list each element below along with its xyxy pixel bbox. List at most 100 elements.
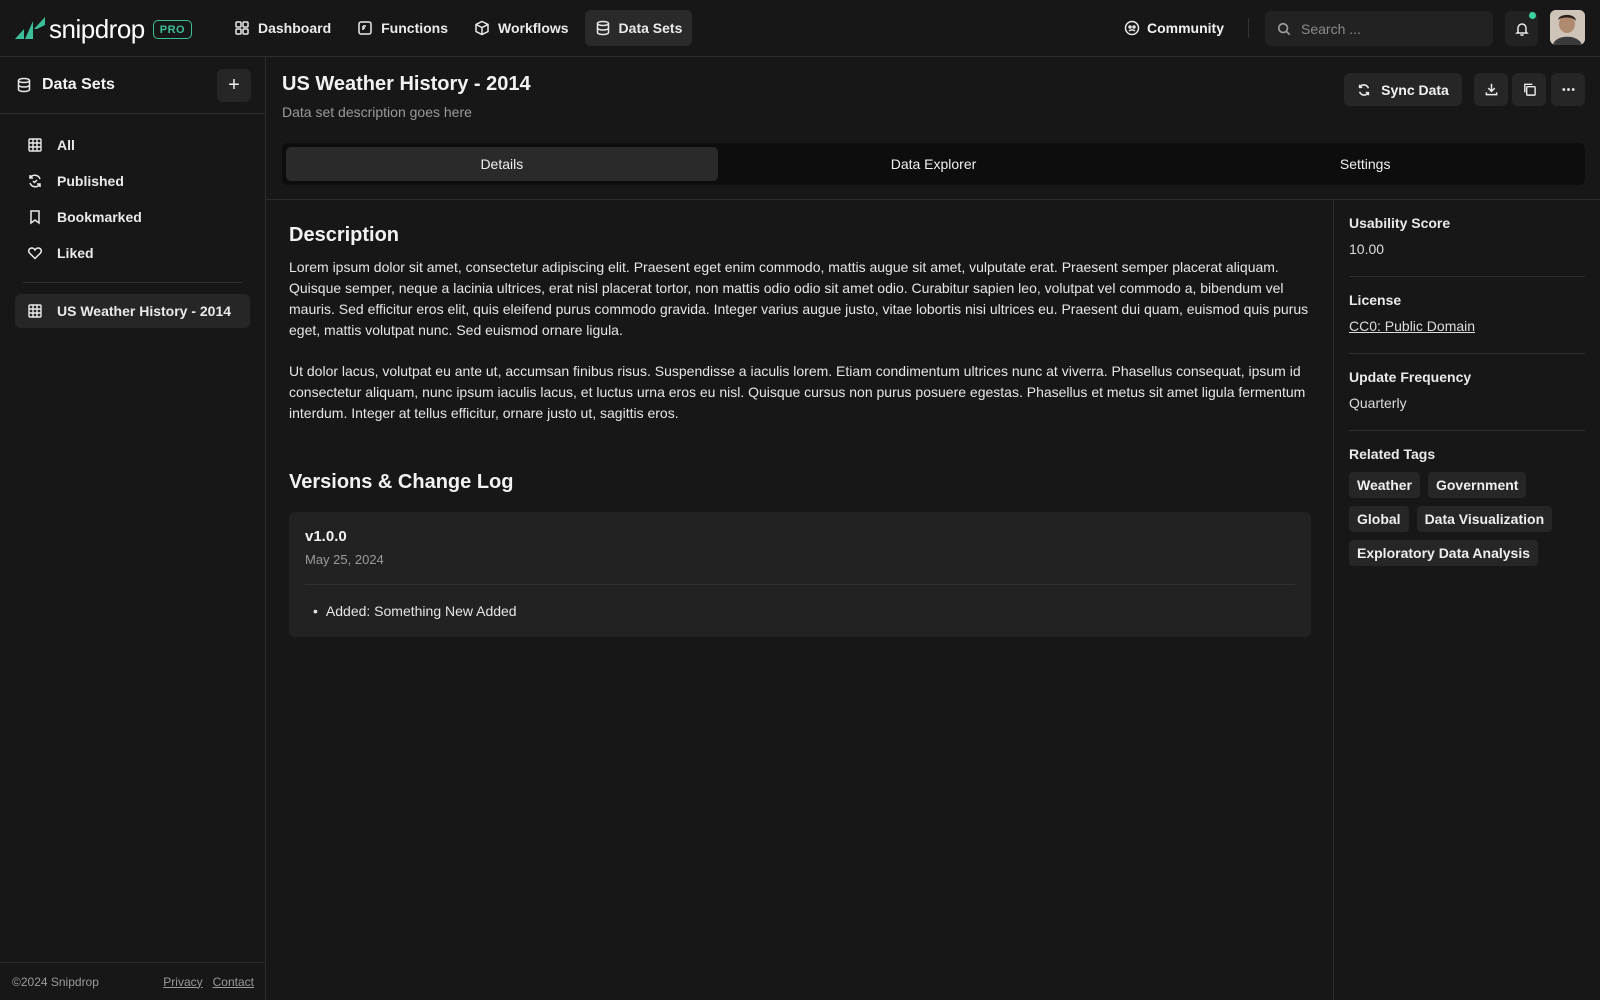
license-value: CC0: Public Domain [1349, 318, 1585, 334]
tags-label: Related Tags [1349, 446, 1436, 462]
frequency-value: Quarterly [1349, 395, 1407, 411]
download-icon [1485, 83, 1497, 96]
add-data-set-button[interactable]: + [217, 69, 251, 102]
usability-value: 10.00 [1349, 241, 1385, 257]
community-label: Community [1147, 20, 1224, 36]
notifications-button[interactable] [1505, 11, 1538, 46]
database-icon [17, 77, 31, 93]
license-link[interactable]: CC0: Public Domain [1349, 318, 1475, 334]
frequency-label: Update Frequency [1349, 369, 1472, 385]
table-icon [28, 138, 42, 152]
description-paragraph: Lorem ipsum dolor sit amet, consectetur … [289, 259, 1309, 338]
tab-bar: Details Data Explorer Settings [282, 143, 1585, 185]
sidebar-list: All Published Bookmarked Liked US Weathe… [0, 114, 265, 328]
usability-label: Usability Score [1349, 215, 1451, 231]
tag-government[interactable]: Government [1427, 472, 1527, 498]
change-log-item: • Added: Something New Added [313, 603, 517, 619]
top-navbar: snipdrop PRO Dashboard Functions Workflo… [0, 0, 1600, 57]
version-date: May 25, 2024 [305, 552, 384, 567]
page-title: US Weather History - 2014 [282, 73, 531, 95]
sidebar-item-label: Liked [57, 245, 94, 261]
sidebar-dataset-label: US Weather History - 2014 [57, 303, 232, 319]
nav-workflows-label: Workflows [498, 20, 569, 36]
sidebar-item-all[interactable]: All [15, 127, 250, 163]
sidebar-item-published[interactable]: Published [15, 163, 250, 199]
more-options-button[interactable] [1551, 73, 1585, 106]
sidebar-dataset-item[interactable]: US Weather History - 2014 [15, 294, 250, 328]
tab-details[interactable]: Details [286, 147, 718, 181]
tab-data-explorer[interactable]: Data Explorer [718, 147, 1150, 181]
sidebar-item-label: Published [57, 173, 124, 189]
pro-badge: PRO [152, 19, 193, 39]
header-divider [1248, 18, 1249, 38]
sidebar-footer: ©2024 Snipdrop Privacy Contact [0, 962, 266, 1000]
description-paragraph: Ut dolor lacus, volutpat eu ante ut, acc… [289, 363, 1306, 421]
sidebar-divider [23, 282, 242, 283]
snipdrop-logo-icon [15, 17, 45, 39]
sync-data-button[interactable]: Sync Data [1344, 73, 1462, 106]
privacy-link[interactable]: Privacy [163, 975, 202, 989]
copy-icon [1523, 83, 1536, 96]
sidebar-item-label: Bookmarked [57, 209, 142, 225]
database-icon [596, 20, 609, 36]
panel-divider [1349, 276, 1585, 277]
user-avatar[interactable] [1550, 10, 1585, 45]
page-description: Data set description goes here [282, 104, 472, 120]
sidebar-item-label: All [57, 137, 75, 153]
tag-data-visualization[interactable]: Data Visualization [1416, 506, 1553, 532]
ellipsis-icon [1561, 88, 1575, 91]
panel-divider [1349, 353, 1585, 354]
tag-global[interactable]: Global [1349, 506, 1409, 532]
notification-dot [1529, 12, 1536, 19]
details-content: Description Lorem ipsum dolor sit amet, … [266, 200, 1334, 1000]
nav-dashboard[interactable]: Dashboard [224, 10, 341, 46]
footer-links: Privacy Contact [163, 975, 254, 989]
tag-weather[interactable]: Weather [1349, 472, 1420, 498]
sidebar-item-bookmarked[interactable]: Bookmarked [15, 199, 250, 235]
tab-settings[interactable]: Settings [1149, 147, 1581, 181]
sync-data-label: Sync Data [1381, 81, 1449, 98]
community-icon [1124, 20, 1140, 36]
panel-divider [1349, 430, 1585, 431]
brand-logo[interactable]: snipdrop PRO [15, 13, 193, 44]
search-icon [1277, 22, 1291, 35]
nav-functions-label: Functions [381, 20, 449, 36]
bookmark-icon [30, 210, 40, 225]
community-link[interactable]: Community [1124, 10, 1224, 46]
contact-link[interactable]: Contact [213, 975, 254, 989]
copyright-text: ©2024 Snipdrop [12, 974, 99, 989]
versions-heading: Versions & Change Log [289, 471, 514, 493]
bullet-icon: • [313, 603, 318, 619]
heart-icon [27, 247, 43, 260]
nav-dashboard-label: Dashboard [258, 20, 332, 36]
usability-section: Usability Score 10.00 [1349, 215, 1585, 257]
sidebar-title: Data Sets [42, 76, 115, 93]
download-button[interactable] [1474, 73, 1508, 106]
refresh-icon [29, 174, 41, 188]
nav-data-sets-label: Data Sets [618, 20, 683, 36]
grid-icon [235, 21, 249, 35]
sync-icon [1358, 83, 1370, 96]
search-input[interactable] [1301, 20, 1471, 37]
search-box[interactable] [1265, 11, 1493, 46]
nav-workflows[interactable]: Workflows [464, 10, 579, 46]
license-label: License [1349, 292, 1402, 308]
frequency-section: Update Frequency Quarterly [1349, 369, 1585, 411]
copy-button[interactable] [1512, 73, 1546, 106]
sidebar-item-liked[interactable]: Liked [15, 235, 250, 271]
tags-section: Related Tags Weather Government Global D… [1349, 446, 1585, 566]
tag-list: Weather Government Global Data Visualiza… [1349, 472, 1589, 566]
nav-functions[interactable]: Functions [347, 10, 458, 46]
brand-name: snipdrop [49, 13, 145, 44]
description-heading: Description [289, 224, 400, 246]
version-card: v1.0.0 May 25, 2024 • Added: Something N… [289, 512, 1311, 637]
plus-icon: + [228, 74, 240, 96]
metadata-panel: Usability Score 10.00 License CC0: Publi… [1334, 200, 1600, 1000]
tag-exploratory-data-analysis[interactable]: Exploratory Data Analysis [1349, 540, 1538, 566]
table-icon [28, 304, 42, 318]
version-number: v1.0.0 [305, 528, 347, 545]
main-area: US Weather History - 2014 Data set descr… [266, 57, 1600, 1000]
nav-data-sets[interactable]: Data Sets [584, 10, 693, 46]
avatar-image [1550, 10, 1585, 45]
change-log-text: Added: Something New Added [325, 603, 517, 619]
